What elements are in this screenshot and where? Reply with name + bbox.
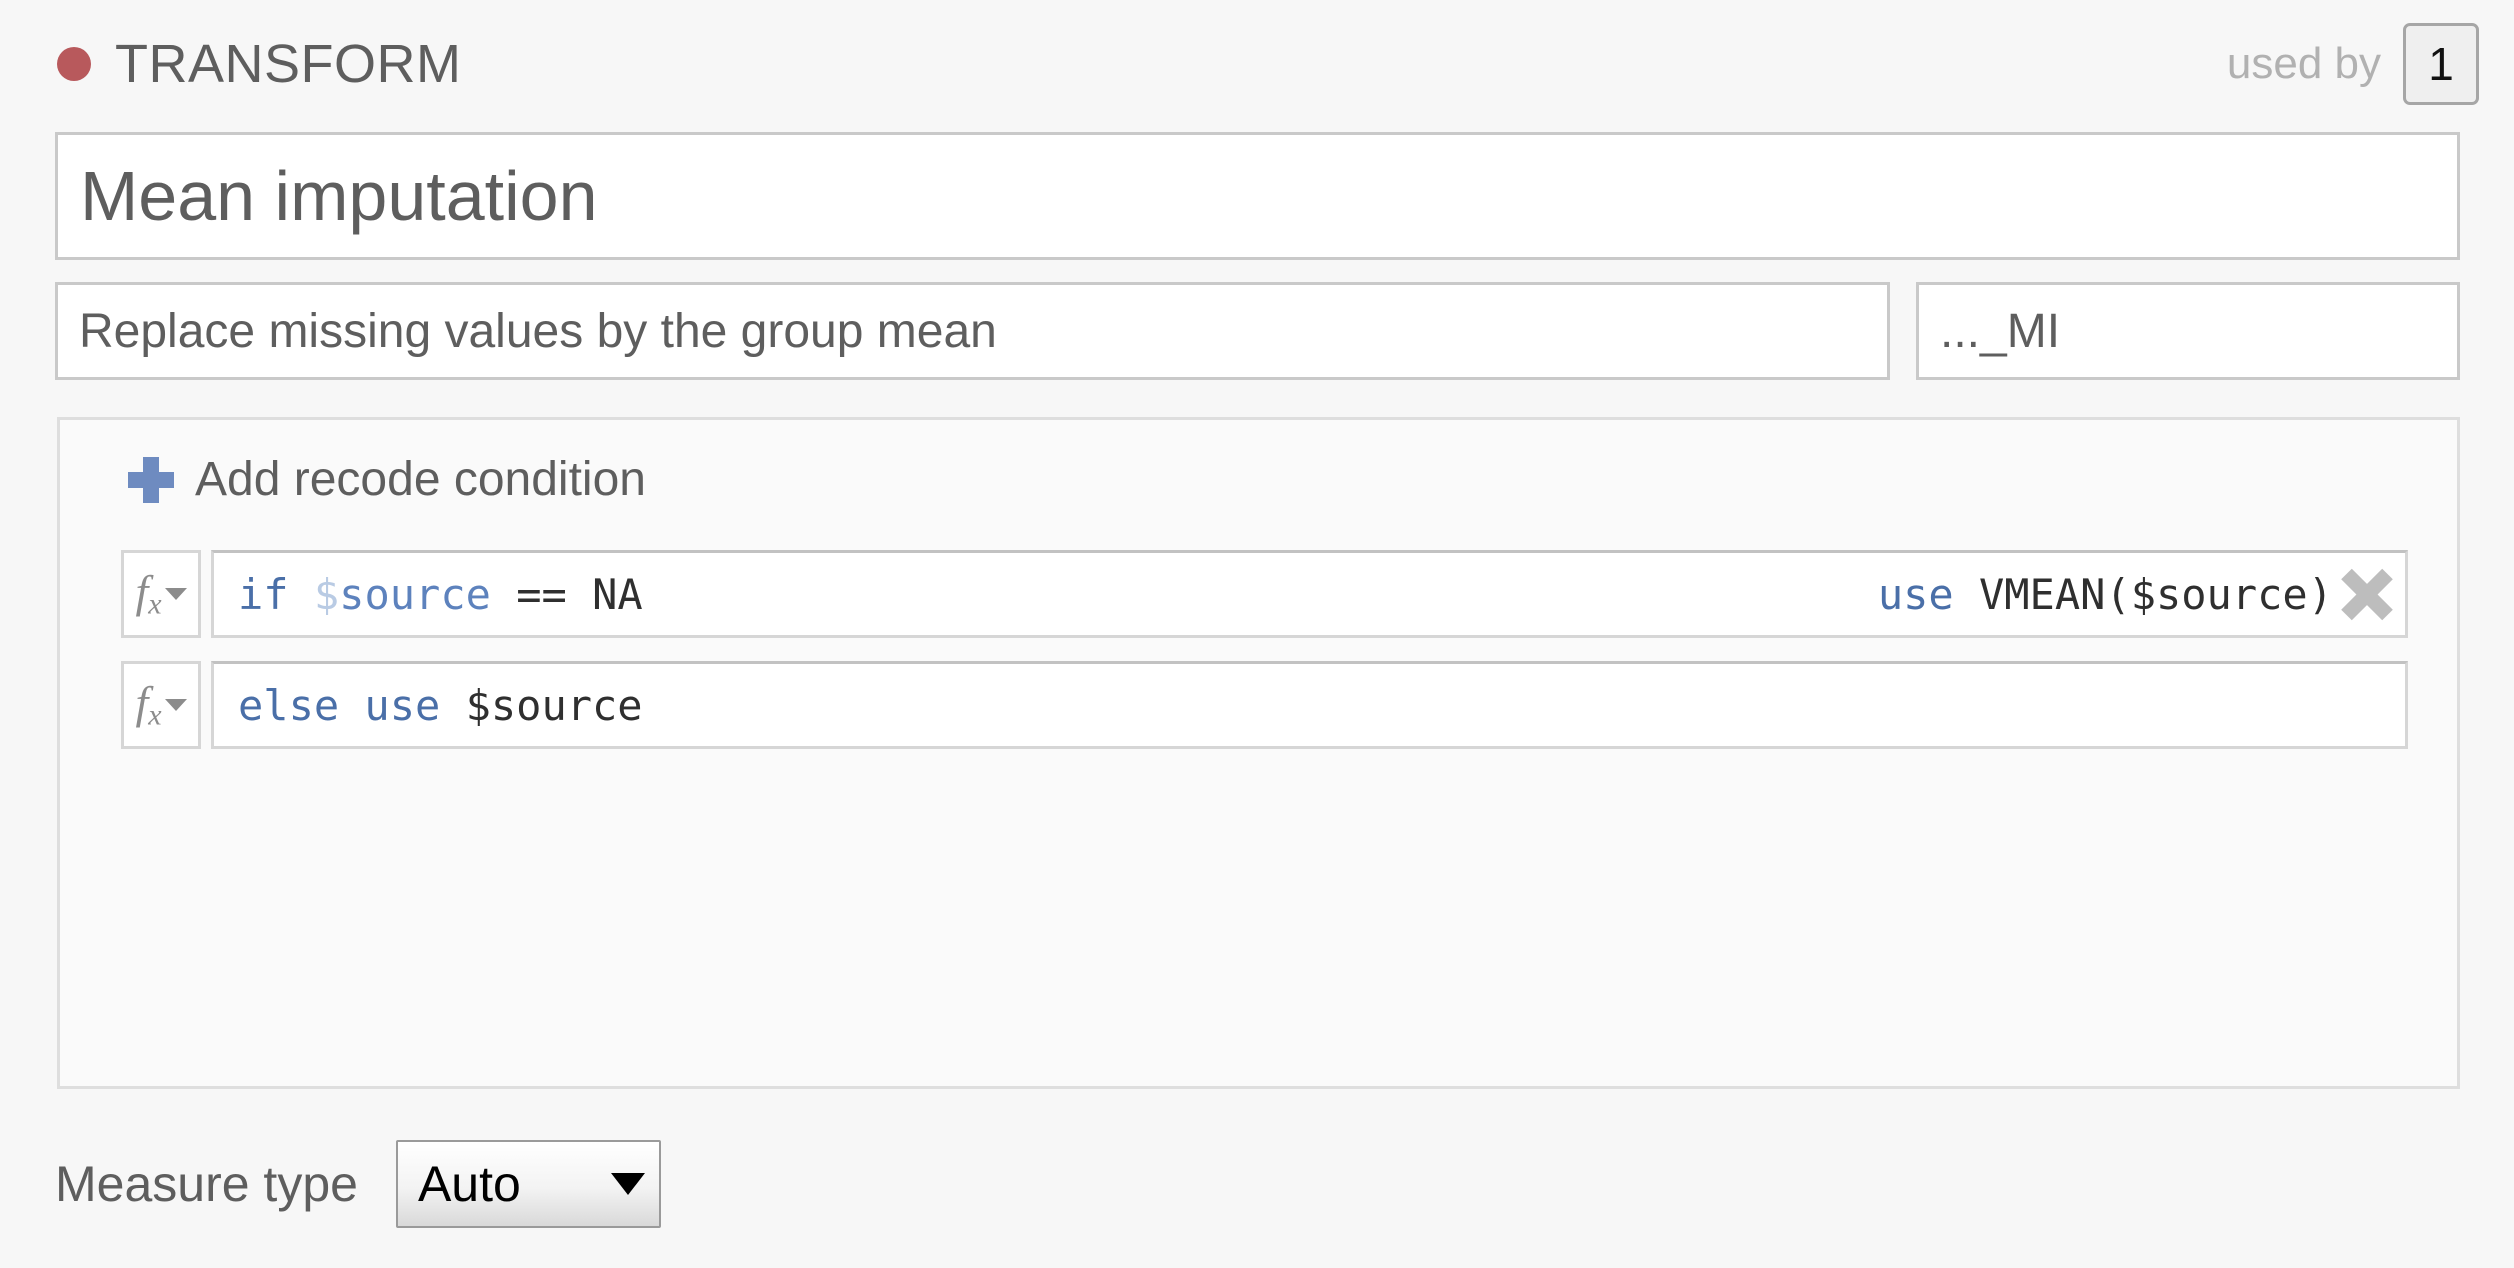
remove-condition-icon[interactable] — [2343, 570, 2391, 618]
recode-else-expression[interactable]: else use $source — [211, 661, 2408, 749]
transform-editor-panel: TRANSFORM used by 1 Mean imputation Repl… — [0, 0, 2514, 1268]
formula-menu-button[interactable]: fx — [121, 550, 201, 638]
used-by-count-badge[interactable]: 1 — [2403, 23, 2479, 105]
measure-type-label: Measure type — [55, 1156, 358, 1212]
measure-type-value: Auto — [417, 1156, 521, 1212]
measure-type-row: Measure type Auto — [55, 1140, 661, 1228]
variable-source: source — [339, 569, 491, 619]
formula-menu-button[interactable]: fx — [121, 661, 201, 749]
chevron-down-icon — [610, 1173, 645, 1195]
keyword-if: if — [238, 569, 289, 619]
recode-condition-row: fx if $source == NA use VMEAN($source) — [121, 550, 2408, 638]
add-recode-condition-label: Add recode condition — [195, 453, 646, 506]
else-value: $source — [465, 680, 643, 730]
panel-header: TRANSFORM used by 1 — [0, 0, 2514, 128]
add-recode-condition-button[interactable]: Add recode condition — [128, 452, 646, 507]
transform-title-input[interactable]: Mean imputation — [55, 132, 2460, 260]
fx-icon: fx — [135, 676, 162, 732]
else-left-expression: else use $source — [238, 681, 643, 730]
chevron-down-icon — [164, 699, 187, 711]
used-by-label: used by — [2226, 39, 2381, 88]
recode-conditions-container: Add recode condition fx if $source == NA… — [57, 417, 2460, 1089]
value-na: NA — [592, 569, 643, 619]
condition-left-expression: if $source == NA — [238, 570, 643, 619]
section-title: TRANSFORM — [115, 34, 462, 94]
keyword-else-use: else use — [238, 680, 441, 730]
recode-condition-row: fx else use $source — [121, 661, 2408, 749]
fx-icon: fx — [135, 565, 162, 621]
recode-condition-expression[interactable]: if $source == NA use VMEAN($source) — [211, 550, 2408, 638]
sigil-dollar: $ — [313, 569, 340, 619]
transform-description-input[interactable]: Replace missing values by the group mean — [55, 282, 1890, 380]
operator-equals: == — [516, 569, 567, 619]
result-expression: VMEAN($source) — [1978, 569, 2333, 619]
chevron-down-icon — [164, 588, 187, 600]
keyword-use: use — [1877, 569, 1954, 619]
measure-type-select[interactable]: Auto — [395, 1140, 661, 1228]
condition-right-expression: use VMEAN($source) — [1878, 570, 2405, 619]
status-dot-icon — [57, 47, 91, 81]
transform-suffix-input[interactable]: ..._MI — [1916, 282, 2460, 380]
plus-icon — [128, 456, 174, 503]
